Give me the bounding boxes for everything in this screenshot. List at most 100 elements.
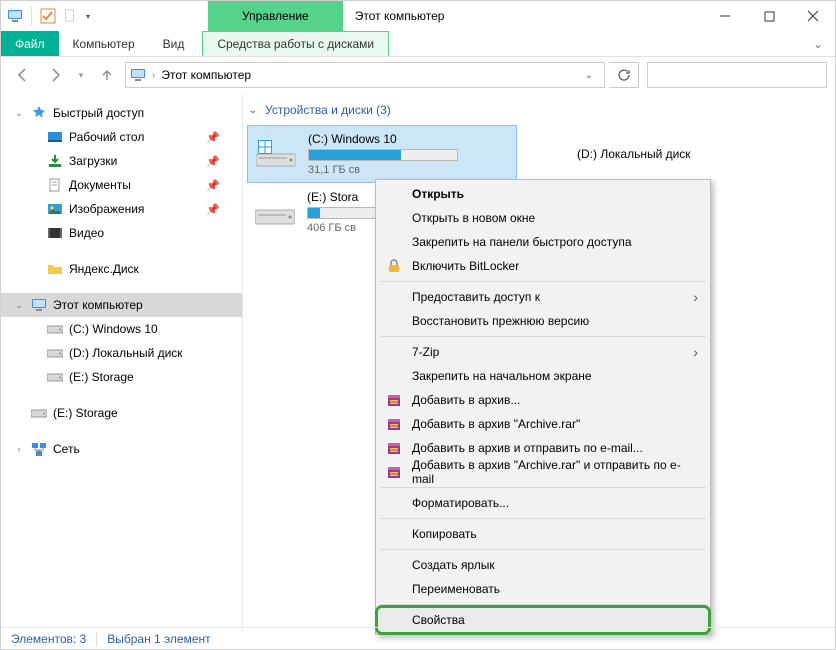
tree-video[interactable]: Видео <box>1 221 242 245</box>
ctx-label: Включить BitLocker <box>412 259 519 273</box>
tree-label: (E:) Storage <box>69 370 242 384</box>
pin-icon: 📌 <box>206 203 242 216</box>
folder-icon <box>47 261 63 277</box>
address-dropdown[interactable]: ⌄ <box>578 70 600 81</box>
ctx-share[interactable]: Предоставить доступ к <box>378 285 708 309</box>
tree-label: Яндекс.Диск <box>69 262 242 276</box>
drive-icon <box>523 134 567 174</box>
chevron-right-icon: › <box>152 70 155 81</box>
tree-desktop[interactable]: Рабочий стол📌 <box>1 125 242 149</box>
winrar-icon <box>384 462 404 482</box>
ctx-pin-start[interactable]: Закрепить на начальном экране <box>378 364 708 388</box>
window-title: Этот компьютер <box>343 1 703 31</box>
tree-yandex-disk[interactable]: Яндекс.Диск <box>1 257 242 281</box>
pin-icon: 📌 <box>206 131 242 144</box>
drive-c[interactable]: (C:) Windows 10 31,1 ГБ св <box>247 125 517 183</box>
tree-label: (C:) Windows 10 <box>69 322 242 336</box>
up-button[interactable] <box>93 61 121 89</box>
ctx-copy[interactable]: Копировать <box>378 522 708 546</box>
tree-network[interactable]: › Сеть <box>1 437 242 461</box>
tree-quick-access[interactable]: ⌄ Быстрый доступ <box>1 101 242 125</box>
ctx-rar-add[interactable]: Добавить в архив... <box>378 388 708 412</box>
back-button[interactable] <box>9 61 37 89</box>
capacity-bar <box>308 149 458 161</box>
tree-drive-e[interactable]: (E:) Storage <box>1 365 242 389</box>
winrar-icon <box>384 414 404 434</box>
navigation-tree: ⌄ Быстрый доступ Рабочий стол📌 Загрузки 📌… <box>1 93 243 629</box>
tab-view[interactable]: Вид <box>149 31 199 56</box>
tree-label: Изображения <box>69 202 200 216</box>
separator <box>380 549 706 550</box>
search-input[interactable] <box>647 62 827 88</box>
forward-button[interactable] <box>41 61 69 89</box>
address-bar[interactable]: › Этот компьютер ⌄ <box>125 62 605 88</box>
tree-drive-d[interactable]: (D:) Локальный диск <box>1 341 242 365</box>
desktop-icon <box>47 129 63 145</box>
close-button[interactable] <box>791 1 835 31</box>
drive-free: 31,1 ГБ св <box>308 164 458 176</box>
ctx-rename[interactable]: Переименовать <box>378 577 708 601</box>
tree-documents[interactable]: Документы 📌 <box>1 173 242 197</box>
tree-label: (E:) Storage <box>53 406 242 420</box>
tab-drive-tools[interactable]: Средства работы с дисками <box>202 31 389 56</box>
ctx-bitlocker[interactable]: Включить BitLocker <box>378 254 708 278</box>
drive-icon <box>47 321 63 337</box>
separator <box>31 6 32 26</box>
ctx-rar-mail-name[interactable]: Добавить в архив "Archive.rar" и отправи… <box>378 460 708 484</box>
pc-icon <box>31 297 47 313</box>
group-header-devices[interactable]: ⌄ Устройства и диски (3) <box>247 101 831 125</box>
separator <box>380 336 706 337</box>
pin-icon: 📌 <box>206 155 242 168</box>
separator <box>380 281 706 282</box>
ribbon-expand[interactable]: ⌄ <box>801 31 835 56</box>
tree-pictures[interactable]: Изображения 📌 <box>1 197 242 221</box>
chevron-down-icon: ⌄ <box>247 105 259 116</box>
network-icon <box>31 441 47 457</box>
recent-dropdown[interactable]: ▾ <box>73 61 89 89</box>
tree-label: Загрузки <box>69 154 200 168</box>
ctx-pin-quick-access[interactable]: Закрепить на панели быстрого доступа <box>378 230 708 254</box>
ctx-label: Добавить в архив "Archive.rar" и отправи… <box>412 458 698 486</box>
winrar-icon <box>384 438 404 458</box>
ribbon-tabs: Файл Компьютер Вид Средства работы с дис… <box>1 31 835 57</box>
checkbox-icon[interactable] <box>40 8 56 24</box>
qat-dropdown[interactable]: ▾ <box>84 12 92 21</box>
pc-icon <box>130 67 146 83</box>
ctx-restore-version[interactable]: Восстановить прежнюю версию <box>378 309 708 333</box>
tree-label: Сеть <box>53 442 242 456</box>
ctx-open-new-window[interactable]: Открыть в новом окне <box>378 206 708 230</box>
chevron-down-icon[interactable]: ⌄ <box>13 300 25 311</box>
doc-icon[interactable] <box>62 8 78 24</box>
breadcrumb[interactable]: Этот компьютер <box>161 68 251 82</box>
group-label: Устройства и диски (3) <box>265 103 391 117</box>
drive-d[interactable]: (D:) Локальный диск <box>517 125 787 183</box>
pictures-icon <box>47 201 63 217</box>
windows-drive-icon <box>254 134 298 174</box>
separator <box>380 604 706 605</box>
ctx-rar-add-name[interactable]: Добавить в архив "Archive.rar" <box>378 412 708 436</box>
pin-icon: 📌 <box>206 179 242 192</box>
ctx-create-shortcut[interactable]: Создать ярлык <box>378 553 708 577</box>
chevron-right-icon[interactable]: › <box>13 444 25 454</box>
tree-label: Этот компьютер <box>53 298 242 312</box>
chevron-down-icon[interactable]: ⌄ <box>13 108 25 119</box>
tree-this-pc[interactable]: ⌄ Этот компьютер <box>1 293 242 317</box>
maximize-button[interactable] <box>747 1 791 31</box>
tab-computer[interactable]: Компьютер <box>59 31 149 56</box>
star-icon <box>31 105 47 121</box>
minimize-button[interactable] <box>703 1 747 31</box>
refresh-button[interactable] <box>609 62 639 88</box>
ctx-open[interactable]: Открыть <box>378 182 708 206</box>
ctx-rar-mail[interactable]: Добавить в архив и отправить по e-mail..… <box>378 436 708 460</box>
ctx-7zip[interactable]: 7-Zip <box>378 340 708 364</box>
status-selected: Выбран 1 элемент <box>107 632 220 646</box>
tree-label: Быстрый доступ <box>53 106 242 120</box>
tree-drive-c[interactable]: (C:) Windows 10 <box>1 317 242 341</box>
tree-drive-e2[interactable]: (E:) Storage <box>1 401 242 425</box>
documents-icon <box>47 177 63 193</box>
drive-icon <box>47 345 63 361</box>
tree-label: Документы <box>69 178 200 192</box>
ctx-format[interactable]: Форматировать... <box>378 491 708 515</box>
tree-downloads[interactable]: Загрузки 📌 <box>1 149 242 173</box>
tab-file[interactable]: Файл <box>1 31 59 56</box>
